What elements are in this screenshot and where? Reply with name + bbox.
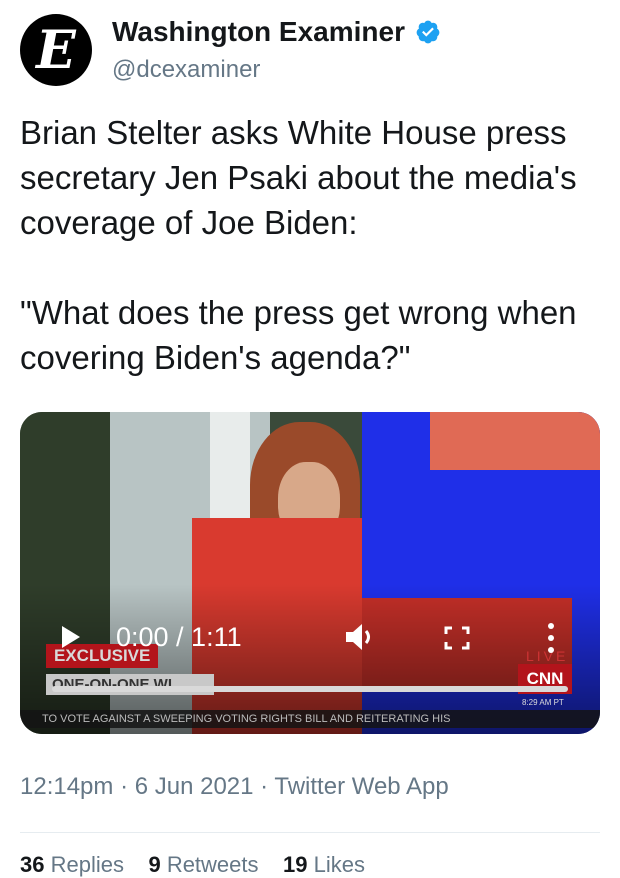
tweet-stats: 36 Replies 9 Retweets 19 Likes xyxy=(20,852,365,878)
tweet-timestamp-source[interactable]: 12:14pm · 6 Jun 2021 · Twitter Web App xyxy=(20,773,449,801)
tweet-text: Brian Stelter asks White House press sec… xyxy=(20,114,577,376)
video-player[interactable]: EXCLUSIVE ONE-ON-ONE WI LIVE CNN 8:29 AM… xyxy=(20,412,600,734)
retweets-label: Retweets xyxy=(166,852,259,877)
video-time-display: 0:00 / 1:11 xyxy=(116,622,242,652)
video-overlay-ticker: TO VOTE AGAINST A SWEEPING VOTING RIGHTS… xyxy=(20,710,600,728)
play-icon[interactable] xyxy=(60,624,82,650)
likes-label: Likes xyxy=(313,852,365,877)
replies-label: Replies xyxy=(50,852,124,877)
retweets-count[interactable]: 9 xyxy=(148,852,160,877)
author-display-name[interactable]: Washington Examiner xyxy=(112,16,405,48)
author-name-row: Washington Examiner xyxy=(112,16,441,48)
divider xyxy=(20,832,600,833)
tweet-avatar[interactable]: E xyxy=(20,14,92,86)
video-overlay-clock: 8:29 AM PT xyxy=(522,698,564,707)
video-progress-bar[interactable] xyxy=(52,686,568,692)
replies-count[interactable]: 36 xyxy=(20,852,44,877)
verified-badge-icon xyxy=(416,20,440,44)
fullscreen-icon[interactable] xyxy=(444,626,470,650)
author-handle[interactable]: @dcexaminer xyxy=(112,56,260,84)
likes-count[interactable]: 19 xyxy=(283,852,307,877)
more-options-icon[interactable] xyxy=(546,622,556,654)
video-blur-block-salmon xyxy=(430,412,600,470)
volume-icon[interactable] xyxy=(344,622,378,652)
